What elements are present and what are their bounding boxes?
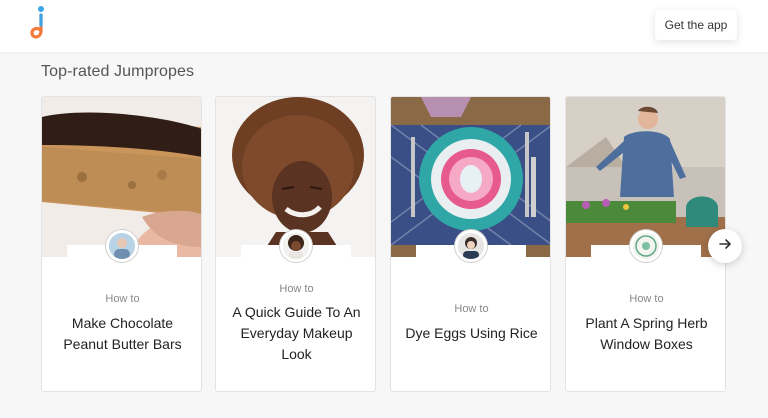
creator-avatar[interactable] (630, 230, 662, 262)
jumprope-logo-icon[interactable] (28, 5, 50, 43)
carousel-next-button[interactable] (708, 229, 742, 263)
card-prefix: How to (279, 283, 314, 295)
card-chocolate-peanut-butter-bars[interactable]: How to Make Chocolate Peanut Butter Bars (41, 96, 202, 392)
card-title[interactable]: Plant A Spring Herb Window Boxes (574, 313, 719, 355)
top-bar: Get the app (0, 0, 768, 52)
get-the-app-button[interactable]: Get the app (655, 10, 737, 40)
card-dye-eggs-using-rice[interactable]: How to Dye Eggs Using Rice (390, 96, 551, 392)
arrow-right-icon (718, 237, 732, 256)
page: Get the app Top-rated Jumpropes How to M… (0, 0, 768, 418)
card-spring-herb-window-boxes[interactable]: How to Plant A Spring Herb Window Boxes (565, 96, 726, 392)
card-everyday-makeup-look[interactable]: How to A Quick Guide To An Everyday Make… (215, 96, 376, 392)
creator-avatar[interactable] (455, 230, 487, 262)
card-title[interactable]: A Quick Guide To An Everyday Makeup Look (224, 302, 369, 365)
creator-avatar[interactable] (106, 230, 138, 262)
card-prefix: How to (629, 293, 664, 305)
section-title: Top-rated Jumpropes (41, 63, 195, 80)
card-prefix: How to (454, 303, 489, 315)
card-title[interactable]: Dye Eggs Using Rice (399, 323, 544, 344)
card-title[interactable]: Make Chocolate Peanut Butter Bars (50, 313, 195, 355)
creator-avatar[interactable] (280, 230, 312, 262)
card-prefix: How to (105, 293, 140, 305)
